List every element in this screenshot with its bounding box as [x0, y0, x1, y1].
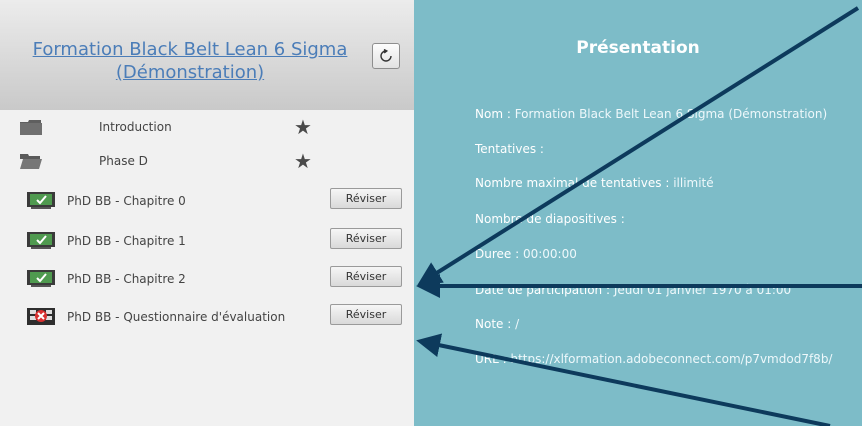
- info-name: Nom : Formation Black Belt Lean 6 Sigma …: [475, 107, 827, 121]
- lesson-label: PhD BB - Chapitre 0: [67, 194, 186, 208]
- info-key: Note :: [475, 317, 516, 331]
- info-value: /: [515, 317, 520, 331]
- panel-title: Présentation: [576, 38, 700, 58]
- lesson-row[interactable]: PhD BB - Chapitre 2 Réviser: [0, 260, 414, 294]
- folder-closed-icon: [20, 120, 42, 135]
- presentation-complete-icon: [27, 192, 55, 209]
- star-icon[interactable]: ★: [294, 117, 312, 137]
- info-slide-count: Nombre de diapositives :: [475, 212, 625, 226]
- lesson-row[interactable]: PhD BB - Chapitre 1 Réviser: [0, 222, 414, 256]
- lesson-label: PhD BB - Chapitre 1: [67, 234, 186, 248]
- course-title-link[interactable]: Formation Black Belt Lean 6 Sigma (Démon…: [22, 38, 358, 84]
- info-value: 00:00:00: [522, 247, 577, 261]
- quiz-failed-icon: [27, 308, 55, 325]
- info-key: Nombre de diapositives :: [475, 212, 625, 226]
- info-participation-date: Date de participation : Jeudi 01 janvier…: [475, 283, 791, 297]
- info-value[interactable]: https://xlformation.adobeconnect.com/p7v…: [510, 352, 832, 366]
- star-icon[interactable]: ★: [294, 151, 312, 171]
- review-button[interactable]: Réviser: [330, 228, 402, 249]
- folder-row-introduction[interactable]: Introduction ★: [0, 113, 414, 143]
- info-duration: Duree : 00:00:00: [475, 247, 577, 261]
- refresh-icon: [380, 49, 392, 62]
- info-value: Formation Black Belt Lean 6 Sigma (Démon…: [514, 107, 828, 121]
- course-navigation-panel: Formation Black Belt Lean 6 Sigma (Démon…: [0, 0, 414, 426]
- info-key: Tentatives :: [475, 142, 544, 156]
- info-key: Nombre maximal de tentatives :: [475, 176, 674, 190]
- info-max-attempts: Nombre maximal de tentatives : illimité: [475, 176, 714, 190]
- lesson-row[interactable]: PhD BB - Questionnaire d'évaluation Révi…: [0, 298, 414, 332]
- info-key: Date de participation :: [475, 283, 614, 297]
- presentation-details-panel: Présentation Nom : Formation Black Belt …: [414, 0, 862, 426]
- info-url: URL : https://xlformation.adobeconnect.c…: [475, 352, 832, 366]
- info-grade: Note : /: [475, 317, 519, 331]
- presentation-complete-icon: [27, 232, 55, 249]
- refresh-button[interactable]: [372, 43, 400, 69]
- course-header: Formation Black Belt Lean 6 Sigma (Démon…: [0, 0, 414, 110]
- folder-row-phase-d[interactable]: Phase D ★: [0, 147, 414, 177]
- folder-label: Phase D: [99, 154, 148, 168]
- info-key: URL :: [475, 352, 511, 366]
- info-value: illimité: [673, 176, 714, 190]
- review-button[interactable]: Réviser: [330, 304, 402, 325]
- folder-open-icon: [20, 154, 42, 169]
- info-attempts: Tentatives :: [475, 142, 544, 156]
- info-key: Duree :: [475, 247, 523, 261]
- lesson-label: PhD BB - Chapitre 2: [67, 272, 186, 286]
- folder-label: Introduction: [99, 120, 172, 134]
- review-button[interactable]: Réviser: [330, 266, 402, 287]
- info-key: Nom :: [475, 107, 515, 121]
- info-value: Jeudi 01 janvier 1970 à 01:00: [613, 283, 792, 297]
- presentation-complete-icon: [27, 270, 55, 287]
- lesson-label: PhD BB - Questionnaire d'évaluation: [67, 310, 286, 324]
- review-button[interactable]: Réviser: [330, 188, 402, 209]
- lesson-row[interactable]: PhD BB - Chapitre 0 Réviser: [0, 182, 414, 216]
